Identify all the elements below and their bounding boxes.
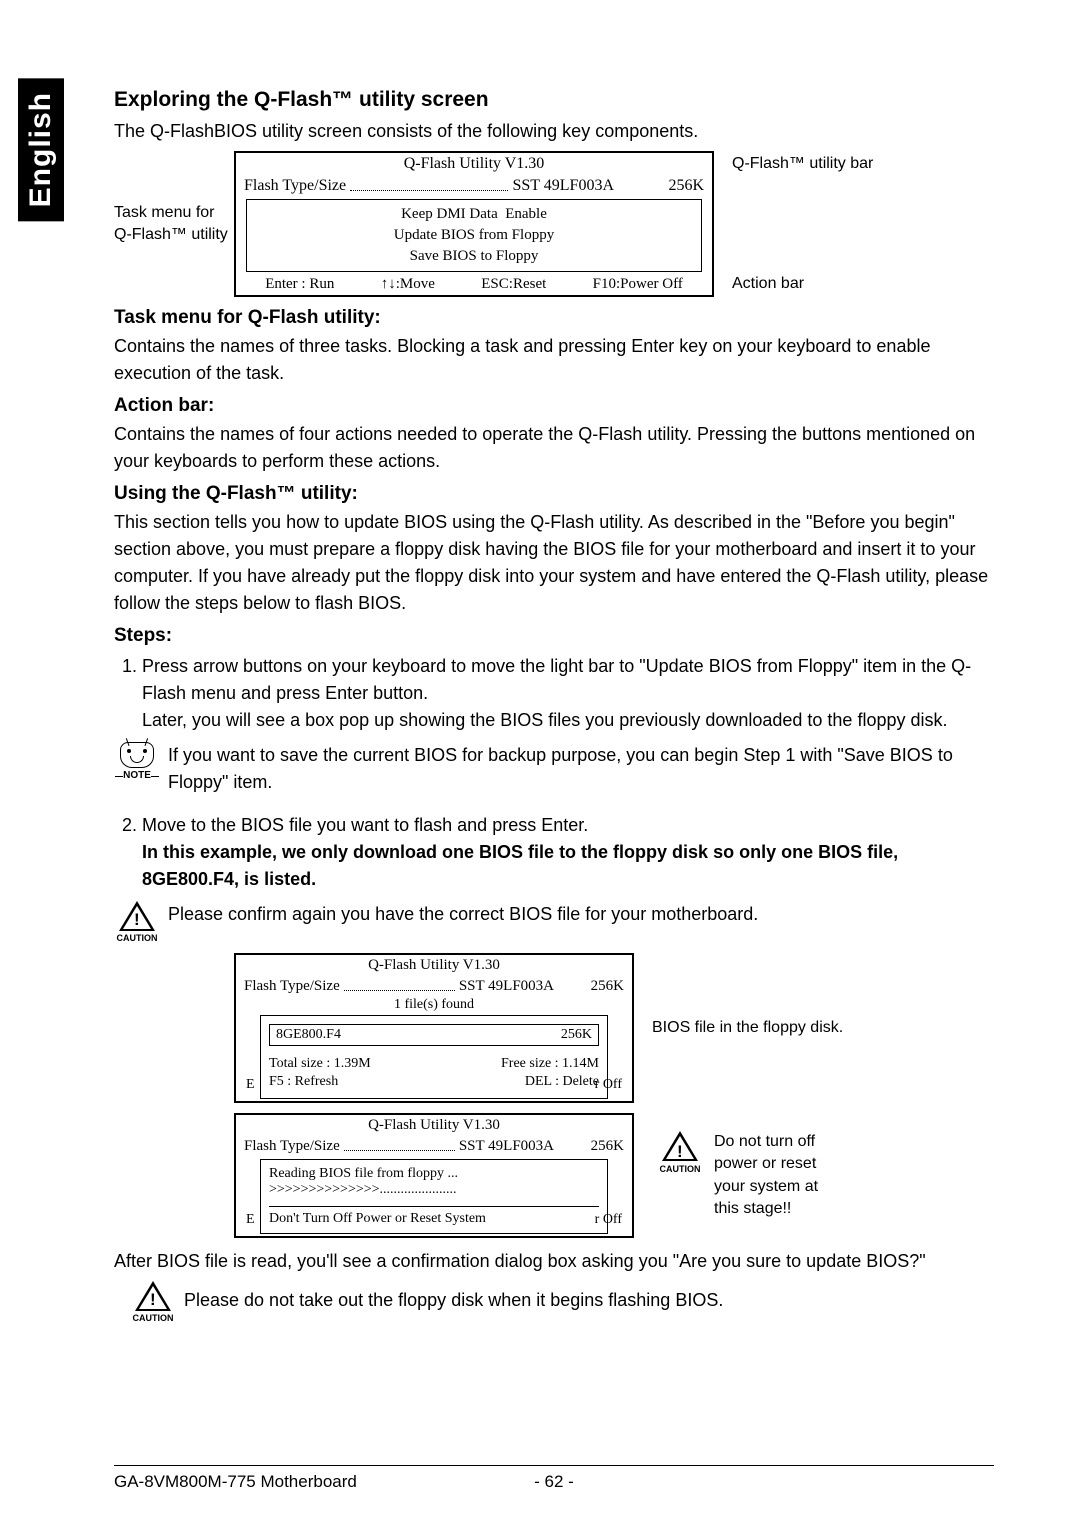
update-bios-item: Update BIOS from Floppy (251, 225, 697, 246)
edge-left: E (246, 1077, 255, 1093)
files-found: 1 file(s) found (236, 997, 632, 1013)
page-content: Exploring the Q-Flash™ utility screen Th… (114, 88, 994, 1333)
note-block: NOTE If you want to save the current BIO… (114, 742, 994, 802)
diagram-reading-bios: Q-Flash Utility V1.30 Flash Type/Size SS… (234, 1113, 994, 1238)
heading-steps: Steps: (114, 625, 994, 647)
edge3-left: E (246, 1212, 255, 1228)
caution-text-1: Please confirm again you have the correc… (168, 901, 994, 928)
diag3-right-label: Do not turn off power or reset your syst… (714, 1131, 844, 1221)
flash2-type-label: Flash Type/Size (244, 978, 340, 995)
qflash-task-menu: Keep DMI Data Enable Update BIOS from Fl… (246, 199, 702, 272)
qflash-action-bar: Enter : Run ↑↓:Move ESC:Reset F10:Power … (236, 274, 712, 295)
flash2-size: 256K (554, 978, 624, 995)
heading-task-menu: Task menu for Q-Flash utility: (114, 307, 994, 329)
intro-text: The Q-FlashBIOS utility screen consists … (114, 118, 994, 145)
file-name: 8GE800.F4 (276, 1027, 341, 1043)
keep-dmi-label: Keep DMI Data (401, 206, 498, 222)
file-row: 8GE800.F4 256K (269, 1024, 599, 1046)
step-2: Move to the BIOS file you want to flash … (142, 812, 994, 893)
label-action-bar: Action bar (732, 273, 894, 295)
action-enter: Enter : Run (265, 276, 334, 293)
del-delete: DEL : Delete (525, 1074, 599, 1090)
edge-right: r Off (595, 1077, 622, 1093)
qflash2-inner: 8GE800.F4 256K Total size : 1.39M Free s… (260, 1015, 608, 1099)
language-tab: English (18, 78, 64, 221)
keep-dmi-value: Enable (505, 206, 547, 222)
caution-block-1: ! CAUTION Please confirm again you have … (114, 901, 994, 943)
step-2-text-a: Move to the BIOS file you want to flash … (142, 815, 588, 835)
edge3-right: r Off (595, 1212, 622, 1228)
heading-action-bar: Action bar: (114, 395, 994, 417)
qflash-title: Q-Flash Utility V1.30 (236, 153, 712, 175)
steps-list-2: Move to the BIOS file you want to flash … (114, 812, 994, 893)
qflash3-inner: Reading BIOS file from floppy ... >>>>>>… (260, 1159, 608, 1234)
diagram-file-listing: Q-Flash Utility V1.30 Flash Type/Size SS… (234, 953, 994, 1103)
heading-exploring: Exploring the Q-Flash™ utility screen (114, 88, 994, 112)
flash-type-value: SST 49LF003A (512, 177, 614, 195)
after-text: After BIOS file is read, you'll see a co… (114, 1248, 994, 1275)
caution-icon-3: ! CAUTION (130, 1281, 176, 1323)
qflash3-title: Q-Flash Utility V1.30 (236, 1115, 632, 1136)
left-label-line1: Task menu for (114, 202, 234, 224)
qflash-reading-box: Q-Flash Utility V1.30 Flash Type/Size SS… (234, 1113, 634, 1238)
caution-icon: ! CAUTION (114, 901, 160, 943)
flash2-type-value: SST 49LF003A (459, 978, 554, 995)
steps-list: Press arrow buttons on your keyboard to … (114, 653, 994, 734)
action-f10: F10:Power Off (593, 276, 683, 293)
action-esc: ESC:Reset (481, 276, 546, 293)
qflash-flash-row: Flash Type/Size SST 49LF003A 256K (236, 175, 712, 197)
dot-leader-2 (344, 978, 455, 991)
free-size: Free size : 1.14M (501, 1056, 599, 1072)
reading-text: Reading BIOS file from floppy ... (269, 1166, 599, 1182)
diag3-right: ! CAUTION Do not turn off power or reset… (634, 1131, 844, 1221)
text-using-qflash: This section tells you how to update BIO… (114, 509, 994, 617)
caution-tag-2: CAUTION (660, 1163, 701, 1176)
note-tag: NOTE (123, 770, 151, 781)
total-size: Total size : 1.39M (269, 1056, 371, 1072)
diagram-left-label: Task menu for Q-Flash™ utility (114, 151, 234, 297)
note-icon: NOTE (114, 742, 160, 781)
caution-block-2: ! CAUTION Please do not take out the flo… (130, 1281, 994, 1323)
left-label-line2: Q-Flash™ utility (114, 224, 234, 246)
step-1-text-b: Later, you will see a box pop up showing… (142, 710, 947, 730)
flash-type-label: Flash Type/Size (244, 177, 346, 195)
warn-text: Don't Turn Off Power or Reset System (269, 1206, 599, 1227)
file-size: 256K (561, 1027, 592, 1043)
note-text: If you want to save the current BIOS for… (168, 742, 994, 796)
diagram-right-labels: Q-Flash™ utility bar Action bar (714, 151, 894, 297)
flash3-type-label: Flash Type/Size (244, 1138, 340, 1155)
qflash-file-box: Q-Flash Utility V1.30 Flash Type/Size SS… (234, 953, 634, 1103)
text-action-bar: Contains the names of four actions neede… (114, 421, 994, 475)
diagram-qflash-overview: Task menu for Q-Flash™ utility Q-Flash U… (114, 151, 994, 297)
flash3-size: 256K (554, 1138, 624, 1155)
qflash2-title: Q-Flash Utility V1.30 (236, 955, 632, 976)
diag2-right-label: BIOS file in the floppy disk. (634, 1017, 844, 1039)
step-1: Press arrow buttons on your keyboard to … (142, 653, 994, 734)
footer-page-number: - 62 - (514, 1472, 594, 1492)
save-bios-item: Save BIOS to Floppy (251, 246, 697, 267)
caution-tag-3: CAUTION (133, 1313, 174, 1323)
qflash2-flash-row: Flash Type/Size SST 49LF003A 256K (236, 976, 632, 997)
f5-refresh: F5 : Refresh (269, 1074, 338, 1090)
dot-leader (350, 177, 508, 191)
page-footer: GA-8VM800M-775 Motherboard - 62 - (114, 1465, 994, 1492)
qflash3-flash-row: Flash Type/Size SST 49LF003A 256K (236, 1136, 632, 1157)
caution-tag: CAUTION (117, 933, 158, 943)
qflash-utility-box: Q-Flash Utility V1.30 Flash Type/Size SS… (234, 151, 714, 297)
flash-size: 256K (614, 177, 704, 195)
text-task-menu: Contains the names of three tasks. Block… (114, 333, 994, 387)
flash3-type-value: SST 49LF003A (459, 1138, 554, 1155)
step-2-text-b: In this example, we only download one BI… (142, 842, 898, 889)
label-utility-bar: Q-Flash™ utility bar (732, 153, 894, 175)
footer-product: GA-8VM800M-775 Motherboard (114, 1472, 514, 1492)
caution-text-2: Please do not take out the floppy disk w… (184, 1281, 994, 1314)
progress-chevrons: >>>>>>>>>>>>>>...................... (269, 1182, 599, 1198)
dot-leader-3 (344, 1138, 455, 1151)
action-move: ↑↓:Move (381, 276, 435, 293)
heading-using-qflash: Using the Q-Flash™ utility: (114, 483, 994, 505)
caution-icon-2: ! CAUTION (652, 1131, 708, 1176)
step-1-text-a: Press arrow buttons on your keyboard to … (142, 656, 971, 703)
